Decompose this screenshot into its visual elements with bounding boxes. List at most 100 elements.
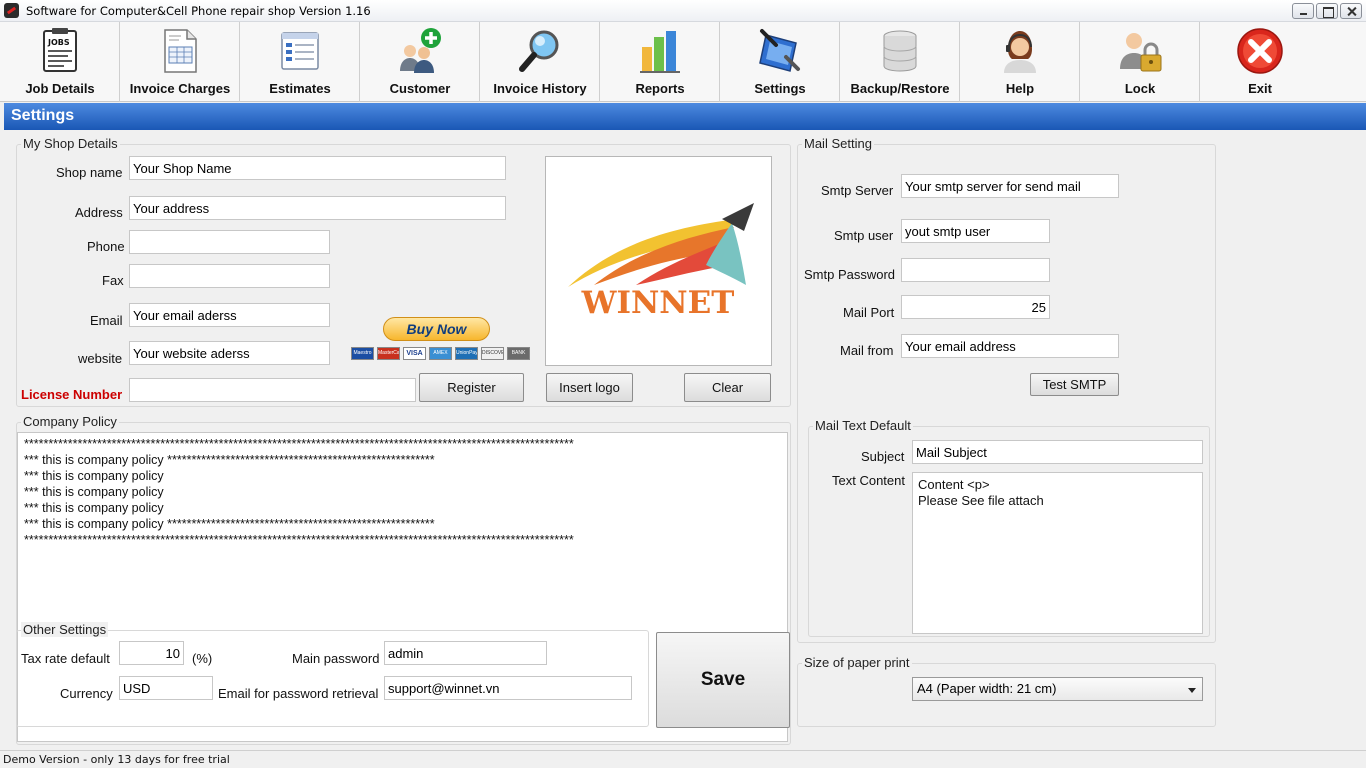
toolbar-label: Help (1005, 81, 1035, 96)
paper-size-select[interactable]: A4 (Paper width: 21 cm) (912, 677, 1203, 701)
email-input[interactable] (129, 303, 330, 327)
insert-logo-button[interactable]: Insert logo (546, 373, 633, 402)
subject-input[interactable] (912, 440, 1203, 464)
mastercard-icon: MasterCard (377, 347, 400, 360)
minimize-button[interactable] (1292, 3, 1314, 19)
company-policy-legend: Company Policy (21, 414, 119, 429)
currency-label: Currency (60, 686, 113, 701)
exit-red-x-icon (1237, 28, 1283, 74)
email-label: Email (90, 313, 123, 328)
buy-now-widget: Buy Now Maestro MasterCard VISA AMEX Uni… (351, 317, 530, 363)
toolbar-label: Invoice Charges (129, 81, 231, 96)
invoice-document-icon (164, 29, 197, 73)
toolbar-label: Invoice History (493, 81, 587, 96)
toolbar-label: Customer (389, 81, 451, 96)
bank-icon: BANK (507, 347, 530, 360)
toolbar-label: Reports (635, 81, 685, 96)
main-password-label: Main password (292, 651, 380, 666)
toolbar-label: Backup/Restore (850, 81, 950, 96)
save-button[interactable]: Save (656, 632, 790, 728)
buy-now-button[interactable]: Buy Now (383, 317, 490, 341)
toolbar-reports-button[interactable]: Reports (600, 22, 720, 102)
discover-card-icon: DISCOVER (481, 347, 504, 360)
shop-name-input[interactable] (129, 156, 506, 180)
support-agent-icon (1004, 31, 1036, 73)
app-icon (4, 3, 19, 18)
smtp-password-input[interactable] (901, 258, 1050, 282)
unionpay-card-icon: UnionPay (455, 347, 478, 360)
mail-from-label: Mail from (840, 343, 894, 358)
amex-card-icon: AMEX (429, 347, 452, 360)
toolbar-settings-button[interactable]: Settings (720, 22, 840, 102)
address-label: Address (75, 205, 123, 220)
page-title: Settings (11, 107, 75, 124)
other-settings-legend: Other Settings (21, 622, 109, 637)
toolbar-lock-button[interactable]: Lock (1080, 22, 1200, 102)
paper-size-legend: Size of paper print (802, 655, 912, 670)
percent-label: (%) (192, 651, 213, 666)
retrieval-email-input[interactable] (384, 676, 632, 700)
toolbar-help-button[interactable]: Help (960, 22, 1080, 102)
visa-card-icon: VISA (403, 347, 426, 360)
user-lock-icon (1120, 33, 1162, 72)
mail-port-input[interactable] (901, 295, 1050, 319)
register-button[interactable]: Register (419, 373, 524, 402)
toolbar-label: Exit (1248, 81, 1272, 96)
paper-size-value: A4 (Paper width: 21 cm) (917, 681, 1057, 696)
fax-label: Fax (102, 273, 124, 288)
address-input[interactable] (129, 196, 506, 220)
subject-label: Subject (861, 449, 905, 464)
main-toolbar: JOBS Job Details Invoice Charges Estimat… (0, 22, 1366, 102)
window-title: Software for Computer&Cell Phone repair … (26, 4, 371, 18)
smtp-password-label: Smtp Password (804, 267, 896, 282)
shop-details-legend: My Shop Details (21, 136, 120, 151)
smtp-server-input[interactable] (901, 174, 1119, 198)
toolbar-estimates-button[interactable]: Estimates (240, 22, 360, 102)
maestro-card-icon: Maestro (351, 347, 374, 360)
toolbar-exit-button[interactable]: Exit (1200, 22, 1320, 102)
status-bar: Demo Version - only 13 days for free tri… (0, 750, 1366, 768)
toolbar-job-details-button[interactable]: JOBS Job Details (0, 22, 120, 102)
text-content-label: Text Content (832, 473, 905, 488)
smtp-user-input[interactable] (901, 219, 1050, 243)
bar-chart-icon (640, 31, 680, 73)
chevron-down-icon (1188, 688, 1196, 693)
tax-rate-input[interactable] (119, 641, 184, 665)
estimate-sheet-icon (281, 32, 319, 70)
winnet-logo: WINNET (568, 203, 754, 321)
mail-from-input[interactable] (901, 334, 1119, 358)
shop-name-label: Shop name (56, 165, 123, 180)
toolbar-label: Estimates (269, 81, 331, 96)
shop-logo-box: WINNET (545, 156, 772, 366)
currency-input[interactable] (119, 676, 213, 700)
main-password-input[interactable] (384, 641, 547, 665)
license-number-label: License Number (21, 387, 123, 402)
logo-text: WINNET (581, 285, 735, 321)
retrieval-email-label: Email for password retrieval (218, 686, 379, 701)
smtp-server-label: Smtp Server (821, 183, 894, 198)
jobs-clipboard-icon: JOBS (43, 28, 77, 72)
toolbar-label: Settings (754, 81, 806, 96)
maximize-button[interactable] (1316, 3, 1338, 19)
clear-logo-button[interactable]: Clear (684, 373, 771, 402)
mail-text-default-legend: Mail Text Default (813, 418, 913, 433)
test-smtp-button[interactable]: Test SMTP (1030, 373, 1119, 396)
settings-content: My Shop Details Shop name Address Phone … (0, 130, 1366, 750)
mail-setting-legend: Mail Setting (802, 136, 874, 151)
toolbar-invoice-charges-button[interactable]: Invoice Charges (120, 22, 240, 102)
text-content-textarea[interactable]: Content <p> Please See file attach (912, 472, 1203, 634)
settings-tools-icon (759, 29, 800, 72)
payment-cards: Maestro MasterCard VISA AMEX UnionPay DI… (351, 347, 530, 360)
license-number-input[interactable] (129, 378, 416, 402)
website-input[interactable] (129, 341, 330, 365)
website-label: website (78, 351, 123, 366)
toolbar-backup-restore-button[interactable]: Backup/Restore (840, 22, 960, 102)
phone-input[interactable] (129, 230, 330, 254)
fax-input[interactable] (129, 264, 330, 288)
toolbar-customer-button[interactable]: Customer (360, 22, 480, 102)
magnifier-icon (519, 30, 559, 72)
status-text: Demo Version - only 13 days for free tri… (3, 753, 230, 766)
close-window-button[interactable] (1340, 3, 1362, 19)
toolbar-invoice-history-button[interactable]: Invoice History (480, 22, 600, 102)
svg-text:JOBS: JOBS (47, 38, 70, 47)
